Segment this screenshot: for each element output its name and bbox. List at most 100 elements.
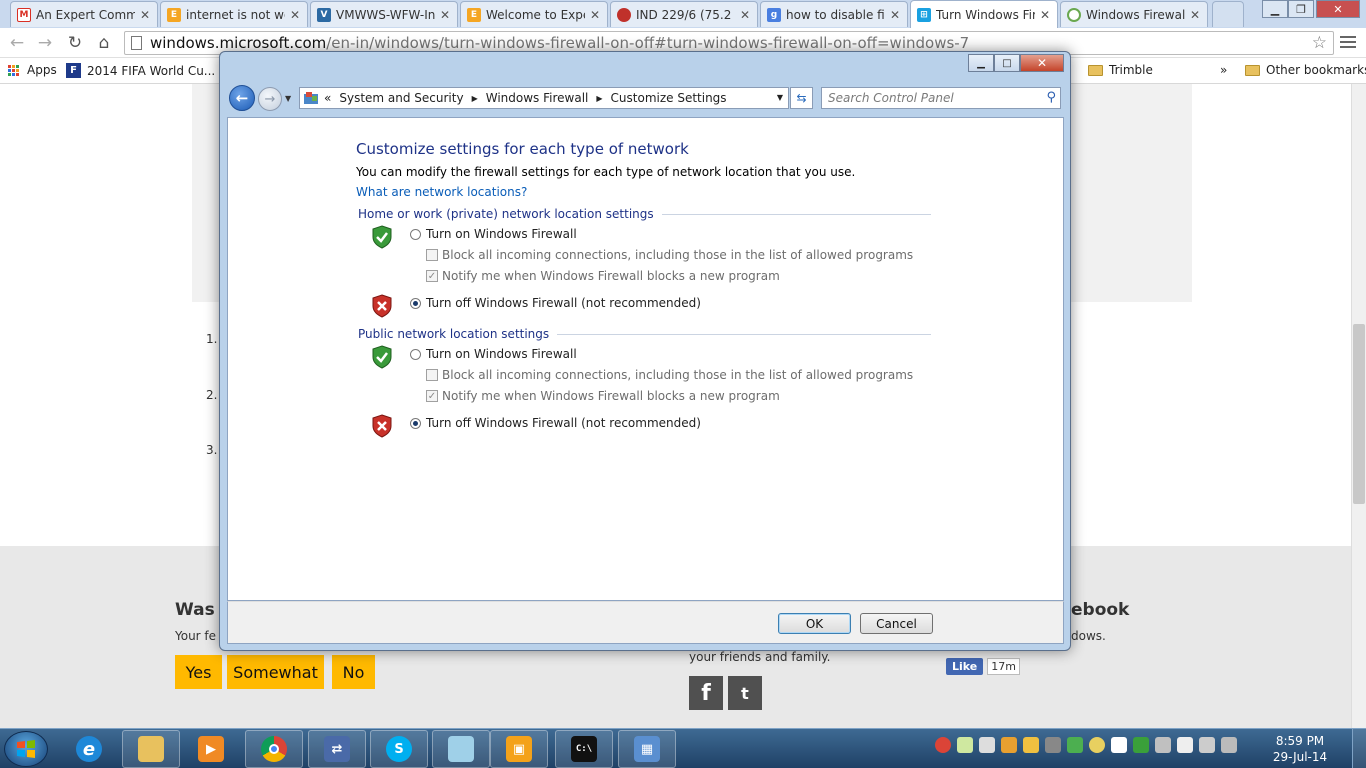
search-input[interactable]: Search Control Panel ⚲ bbox=[821, 87, 1061, 109]
monitor-tray-icon[interactable] bbox=[1045, 737, 1061, 753]
chrome-icon[interactable] bbox=[245, 730, 303, 768]
security-tray-icon[interactable] bbox=[1133, 737, 1149, 753]
start-button[interactable] bbox=[4, 731, 48, 767]
skype-icon[interactable]: S bbox=[370, 730, 428, 768]
bookmarks-overflow-button[interactable]: » bbox=[1220, 63, 1227, 77]
public-turn-on-radio[interactable]: Turn on Windows Firewall bbox=[410, 347, 577, 361]
clock-date: 29-Jul-14 bbox=[1272, 750, 1328, 764]
tab-cricket-score[interactable]: IND 229/6 (75.2 O ✕ bbox=[610, 1, 758, 27]
refresh-icon[interactable]: ⇆ bbox=[790, 87, 813, 109]
scrollbar-thumb[interactable] bbox=[1353, 324, 1365, 504]
volume-tray-icon[interactable] bbox=[1199, 737, 1215, 753]
minimize-icon[interactable]: ▁ bbox=[968, 54, 994, 72]
tab-windows-firewall[interactable]: Windows Firewall ✕ bbox=[1060, 1, 1208, 27]
tab-turn-windows-firewall[interactable]: ⊞ Turn Windows Fire ✕ bbox=[910, 0, 1058, 28]
tab-close-icon[interactable]: ✕ bbox=[589, 8, 601, 22]
facebook-like-widget[interactable]: Like 17m bbox=[946, 656, 1020, 676]
maximize-icon[interactable]: □ bbox=[994, 54, 1020, 72]
notification-tray-icon[interactable] bbox=[979, 737, 995, 753]
usb-tray-icon[interactable] bbox=[1155, 737, 1171, 753]
battery-tray-icon[interactable] bbox=[1177, 737, 1193, 753]
tab-close-icon[interactable]: ✕ bbox=[289, 8, 301, 22]
reload-icon[interactable]: ↻ bbox=[64, 32, 86, 54]
twitter-share-icon[interactable]: t bbox=[728, 676, 762, 710]
tab-close-icon[interactable]: ✕ bbox=[439, 8, 451, 22]
update-tray-icon[interactable] bbox=[1089, 737, 1105, 753]
url-host: windows.microsoft.com bbox=[150, 34, 327, 52]
tab-close-icon[interactable]: ✕ bbox=[739, 8, 751, 22]
address-dropdown-icon[interactable]: ▼ bbox=[777, 93, 783, 102]
page-scrollbar[interactable] bbox=[1351, 84, 1366, 728]
tab-welcome-expert[interactable]: E Welcome to Exper ✕ bbox=[460, 1, 608, 27]
close-icon[interactable]: ✕ bbox=[1316, 0, 1360, 18]
tab-close-icon[interactable]: ✕ bbox=[139, 8, 151, 22]
facebook-share-icon[interactable]: f bbox=[689, 676, 723, 710]
checkbox-checked-icon: ✓ bbox=[426, 270, 438, 282]
network-tray-icon[interactable] bbox=[1221, 737, 1237, 753]
control-panel-icon[interactable]: ▦ bbox=[618, 730, 676, 768]
evernote-tray-icon[interactable] bbox=[957, 737, 973, 753]
network-locations-link[interactable]: What are network locations? bbox=[356, 185, 527, 199]
taskbar-clock[interactable]: 8:59 PM 29-Jul-14 bbox=[1262, 733, 1338, 765]
tab-close-icon[interactable]: ✕ bbox=[889, 8, 901, 22]
office-tray-icon[interactable] bbox=[1001, 737, 1017, 753]
back-icon[interactable]: ← bbox=[6, 32, 28, 54]
tab-google-search[interactable]: g how to disable fire ✕ bbox=[760, 1, 908, 27]
back-arrow-icon[interactable]: ← bbox=[229, 85, 255, 111]
cancel-button[interactable]: Cancel bbox=[860, 613, 933, 634]
file-explorer-icon[interactable] bbox=[122, 730, 180, 768]
chrome-tray-icon[interactable] bbox=[935, 737, 951, 753]
sync-tray-icon[interactable] bbox=[1067, 737, 1083, 753]
breadcrumb[interactable]: « System and Security ▶ Windows Firewall… bbox=[299, 87, 789, 109]
feedback-yes-button[interactable]: Yes bbox=[175, 655, 222, 689]
notepad-app-icon[interactable] bbox=[432, 730, 490, 768]
breadcrumb-customize-settings[interactable]: Customize Settings bbox=[611, 91, 727, 105]
tab-internet-not-working[interactable]: E internet is not wor ✕ bbox=[160, 1, 308, 27]
bookmark-trimble[interactable]: Trimble bbox=[1088, 63, 1153, 77]
chrome-menu-icon[interactable] bbox=[1340, 36, 1356, 50]
tab-label: internet is not wor bbox=[186, 7, 285, 22]
close-icon[interactable]: ✕ bbox=[1020, 54, 1064, 72]
breadcrumb-overflow[interactable]: « bbox=[324, 91, 331, 105]
breadcrumb-separator-icon[interactable]: ▶ bbox=[596, 94, 602, 103]
media-player-icon[interactable]: ▶ bbox=[182, 730, 240, 768]
bookmark-other[interactable]: Other bookmarks bbox=[1245, 63, 1366, 77]
ok-button[interactable]: OK bbox=[778, 613, 851, 634]
facebook-like-button[interactable]: Like bbox=[946, 657, 984, 675]
search-icon[interactable]: ⚲ bbox=[1046, 90, 1056, 105]
minimize-icon[interactable]: ▁ bbox=[1262, 0, 1288, 18]
feedback-no-button[interactable]: No bbox=[332, 655, 375, 689]
radio-button[interactable] bbox=[410, 348, 421, 360]
bookmark-apps[interactable]: Apps bbox=[8, 63, 57, 77]
network-app-icon[interactable]: ⇄ bbox=[308, 730, 366, 768]
new-tab-button[interactable] bbox=[1212, 1, 1244, 27]
show-desktop-button[interactable] bbox=[1352, 729, 1366, 768]
radio-button-selected[interactable] bbox=[410, 417, 421, 429]
home-icon[interactable]: ⌂ bbox=[93, 32, 115, 54]
radio-button-selected[interactable] bbox=[410, 297, 421, 309]
page-description: You can modify the firewall settings for… bbox=[356, 165, 856, 179]
breadcrumb-separator-icon[interactable]: ▶ bbox=[472, 94, 478, 103]
breadcrumb-system-security[interactable]: System and Security bbox=[339, 91, 463, 105]
vmware-app-icon[interactable]: ▣ bbox=[490, 730, 548, 768]
forward-icon[interactable]: → bbox=[34, 32, 56, 54]
tab-close-icon[interactable]: ✕ bbox=[1039, 8, 1051, 22]
internet-explorer-icon[interactable]: e bbox=[60, 730, 118, 768]
bookmark-star-icon[interactable]: ☆ bbox=[1312, 33, 1327, 53]
private-turn-off-radio[interactable]: Turn off Windows Firewall (not recommend… bbox=[410, 296, 701, 310]
feedback-somewhat-button[interactable]: Somewhat bbox=[227, 655, 324, 689]
forward-arrow-icon[interactable]: → bbox=[258, 87, 282, 111]
public-turn-off-radio[interactable]: Turn off Windows Firewall (not recommend… bbox=[410, 416, 701, 430]
private-turn-on-radio[interactable]: Turn on Windows Firewall bbox=[410, 227, 577, 241]
display-tray-icon[interactable] bbox=[1111, 737, 1127, 753]
tab-expert-comment[interactable]: M An Expert Comme ✕ bbox=[10, 1, 158, 27]
recent-pages-dropdown-icon[interactable]: ▼ bbox=[285, 94, 291, 103]
cmd-icon[interactable]: C:\ bbox=[555, 730, 613, 768]
breadcrumb-windows-firewall[interactable]: Windows Firewall bbox=[486, 91, 589, 105]
radio-button[interactable] bbox=[410, 228, 421, 240]
restore-icon[interactable]: ❐ bbox=[1288, 0, 1314, 18]
bookmark-fifa[interactable]: F 2014 FIFA World Cu... bbox=[66, 63, 215, 78]
tab-vmwws-wfw[interactable]: V VMWWS-WFW-In ✕ bbox=[310, 1, 458, 27]
tab-close-icon[interactable]: ✕ bbox=[1189, 8, 1201, 22]
tools-tray-icon[interactable] bbox=[1023, 737, 1039, 753]
